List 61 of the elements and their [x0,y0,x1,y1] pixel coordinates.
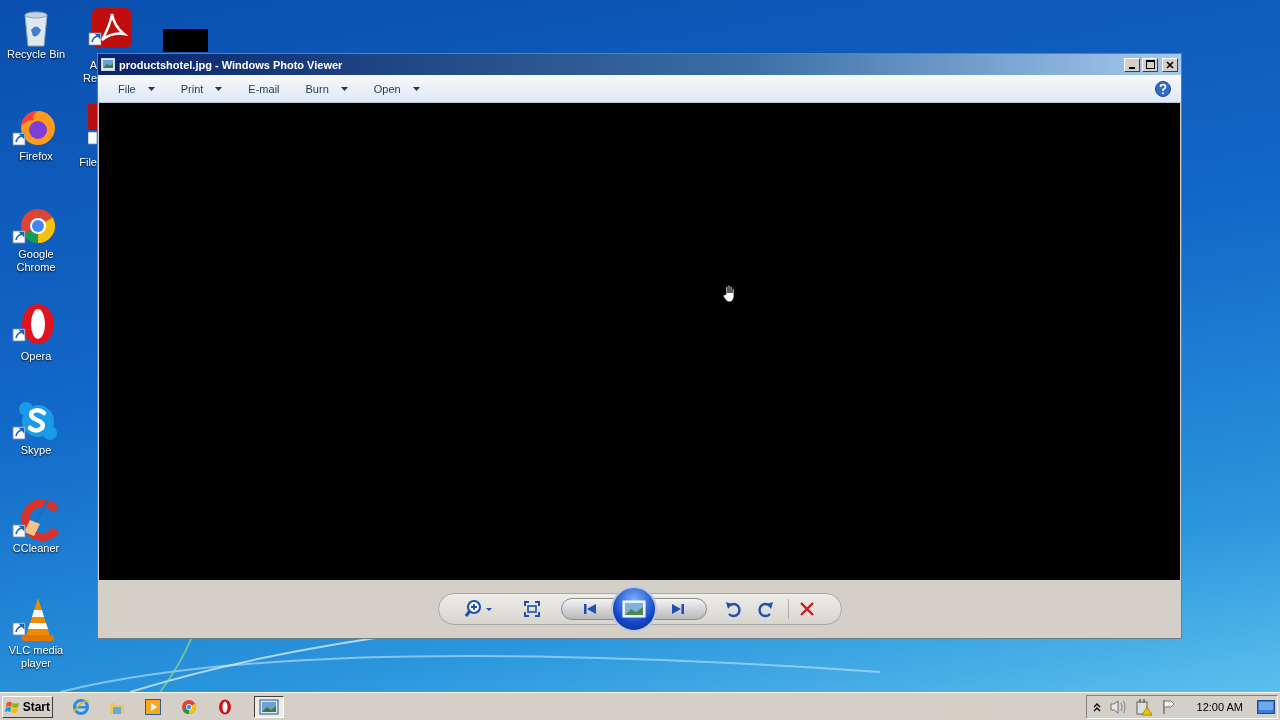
window-title: productshotel.jpg - Windows Photo Viewer [119,58,343,71]
menu-item[interactable]: Open [365,79,428,98]
picture-icon [101,58,115,71]
menu-item[interactable]: File [110,79,163,98]
taskbar-button[interactable] [254,695,284,718]
caret-icon [340,86,348,91]
icon-label: Re [82,72,97,85]
picture-icon [621,600,646,618]
icon-label: Skype [20,444,52,457]
icon-label: CCleaner [12,542,60,555]
fit-window-button[interactable] [522,600,541,618]
delete-icon [798,601,815,617]
next-button[interactable] [652,598,707,620]
menu-item[interactable]: Print [172,79,231,98]
ring-icon [216,697,234,716]
icon-label: Opera [20,350,52,363]
previous-button[interactable] [560,598,615,620]
skip-back-icon [582,603,597,615]
rotate-right-button[interactable] [757,600,774,618]
menu-item[interactable]: Burn [297,79,356,98]
chevron-up-icon[interactable] [1092,701,1101,712]
close-icon [1166,60,1174,69]
zoom-button[interactable] [464,599,495,619]
speaker-icon[interactable] [1108,698,1127,715]
minimize-button[interactable] [1124,57,1140,72]
caret-icon [147,86,155,91]
icon-label: VLC media [8,644,64,657]
help-icon[interactable] [1155,80,1171,97]
icon-label: Firefox [19,150,53,163]
icon-label: Google [18,248,54,261]
delete-button[interactable] [798,601,815,617]
rotate-left-button[interactable] [724,600,741,618]
icon-label: player [21,657,51,670]
rotate-left-icon [724,600,741,618]
maximize-button[interactable] [1142,57,1158,72]
caret-icon [215,86,223,91]
globe-icon [72,697,90,716]
hand-cursor-icon [722,285,736,303]
icon-label: Chrome [16,261,56,274]
show-desktop-icon[interactable] [1257,699,1275,714]
icon-label: A [89,59,97,72]
picture-icon [259,698,279,715]
rotate-right-icon [757,600,774,618]
icon-label: Recycle Bin [6,48,66,61]
play-icon [144,697,162,716]
caret-icon [412,86,420,91]
broom-icon[interactable] [12,498,60,542]
browser-icon [180,697,198,716]
flag-icon[interactable] [1160,698,1177,715]
menu-item[interactable]: E-mail [240,79,288,98]
icon-label: File [79,156,97,169]
skip-forward-icon [670,603,685,615]
fit-window-icon [522,600,541,618]
zoom-in-icon [464,599,495,619]
slideshow-button[interactable] [610,586,657,632]
start-button[interactable]: Start [2,695,53,718]
clock[interactable]: 12:00 AM [1196,700,1243,713]
close-button[interactable] [1162,57,1178,72]
maximize-icon [1145,60,1155,69]
network-warning-icon[interactable] [1134,697,1153,716]
minimize-icon [1129,66,1135,69]
